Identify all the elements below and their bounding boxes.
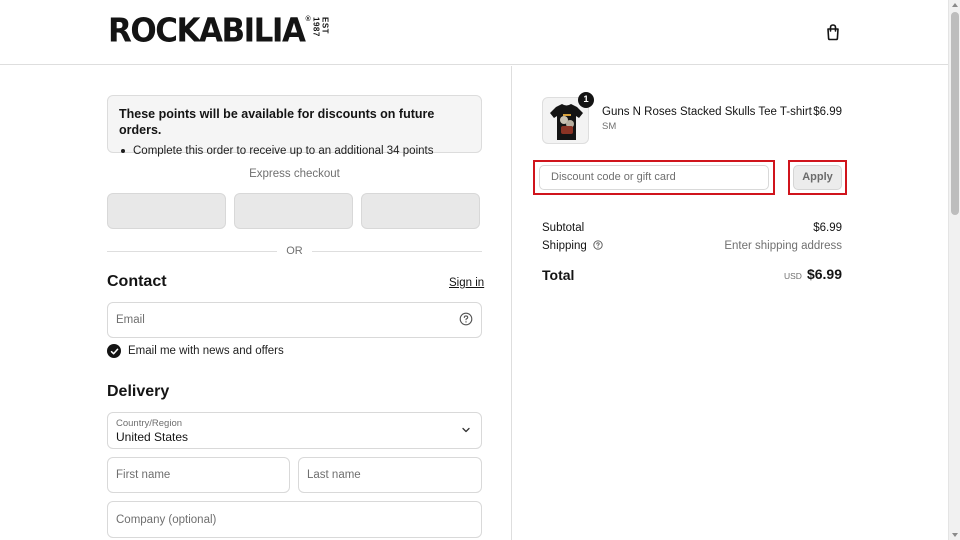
shopping-bag-icon[interactable] xyxy=(824,23,842,41)
product-name: Guns N Roses Stacked Skulls Tee T-shirt xyxy=(602,106,812,118)
first-name-placeholder: First name xyxy=(116,469,171,481)
question-circle-icon[interactable] xyxy=(459,312,473,326)
shipping-row-label: Shipping xyxy=(542,240,603,252)
scrollbar-thumb[interactable] xyxy=(951,12,959,215)
company-placeholder: Company (optional) xyxy=(116,514,217,526)
country-select[interactable]: Country/Region United States xyxy=(107,412,482,449)
page-scrollbar[interactable] xyxy=(948,0,960,540)
newsletter-checkbox[interactable] xyxy=(107,344,121,358)
first-name-field[interactable]: First name xyxy=(107,457,290,493)
points-notice-text: Complete this order to receive up to an … xyxy=(133,145,434,157)
shipping-value: Enter shipping address xyxy=(724,240,842,252)
logo-wordmark: ROCKABILIA xyxy=(108,12,306,50)
quantity-badge: 1 xyxy=(578,92,594,108)
checkout-form-pane: These points will be available for disco… xyxy=(0,66,511,540)
email-field[interactable]: Email xyxy=(107,302,482,338)
newsletter-label: Email me with news and offers xyxy=(128,345,284,357)
express-checkout-label: Express checkout xyxy=(249,168,340,180)
points-notice-item: Complete this order to receive up to an … xyxy=(119,145,470,157)
discount-code-input[interactable]: Discount code or gift card xyxy=(539,165,769,190)
question-circle-icon[interactable] xyxy=(593,240,603,250)
country-label: Country/Region xyxy=(116,418,183,429)
express-pay-button-1[interactable] xyxy=(107,193,226,229)
contact-heading: Contact xyxy=(107,273,167,290)
apply-highlight: Apply xyxy=(788,160,847,195)
points-notice-title: These points will be available for disco… xyxy=(119,107,435,137)
total-label: Total xyxy=(542,267,575,283)
scroll-down-arrow-icon[interactable] xyxy=(952,533,958,537)
product-variant: SM xyxy=(602,121,617,132)
sign-in-link[interactable]: Sign in xyxy=(449,277,484,289)
product-price: $6.99 xyxy=(813,106,842,118)
or-divider: OR xyxy=(107,244,482,258)
logo-est-year: EST 1987 xyxy=(311,17,330,37)
divider-line-right xyxy=(312,251,482,252)
delivery-heading: Delivery xyxy=(107,383,170,400)
total-amount: USD $6.99 xyxy=(784,266,842,282)
express-pay-button-2[interactable] xyxy=(234,193,353,229)
subtotal-label: Subtotal xyxy=(542,222,585,234)
subtotal-value: $6.99 xyxy=(813,222,842,234)
bullet-icon xyxy=(121,149,125,153)
apply-button[interactable]: Apply xyxy=(793,165,842,190)
points-notice: These points will be available for disco… xyxy=(107,95,482,157)
newsletter-option[interactable]: Email me with news and offers xyxy=(107,344,284,358)
express-pay-button-3[interactable] xyxy=(361,193,480,229)
checkmark-icon xyxy=(110,348,118,354)
shipping-label: Shipping xyxy=(542,240,587,252)
chevron-down-icon xyxy=(462,427,470,433)
rockabilia-logo[interactable]: ROCKABILIA ® EST 1987 xyxy=(108,12,330,50)
order-summary-pane: 1 Guns N Roses Stacked Skulls Tee T-shir… xyxy=(512,66,948,540)
last-name-field[interactable]: Last name xyxy=(298,457,482,493)
last-name-placeholder: Last name xyxy=(307,469,361,481)
total-value: $6.99 xyxy=(806,266,842,282)
scroll-up-arrow-icon[interactable] xyxy=(952,3,958,7)
currency-code: USD xyxy=(784,271,802,281)
company-field[interactable]: Company (optional) xyxy=(107,501,482,538)
country-value: United States xyxy=(116,430,189,444)
discount-highlight: Discount code or gift card xyxy=(533,160,775,195)
logo-registered-mark: ® xyxy=(305,16,311,23)
email-placeholder: Email xyxy=(116,314,145,326)
site-header: ROCKABILIA ® EST 1987 xyxy=(0,0,948,65)
